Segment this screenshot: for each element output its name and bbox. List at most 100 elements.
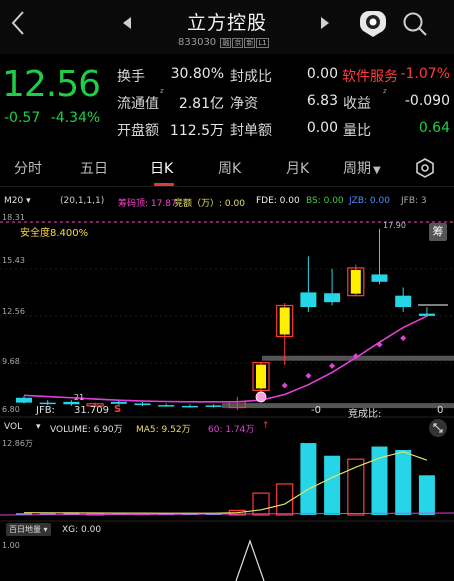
jfb-text: JFB: 3: [401, 196, 427, 206]
tab-weekly-k[interactable]: 周K: [218, 158, 241, 178]
settings-hexagon-icon[interactable]: [414, 157, 436, 183]
y-tick-1831: 18.31: [2, 213, 25, 222]
xg-select-label: 百日地量: [9, 525, 41, 534]
stock-code: 833030: [178, 37, 217, 48]
tag-l1: L1: [256, 38, 269, 48]
tag-xin: 新: [244, 38, 256, 48]
signal-diamond: [329, 362, 336, 369]
change-value: -0.57: [4, 110, 41, 126]
vol-label[interactable]: VOL: [4, 422, 22, 432]
volume-bar: [324, 455, 341, 515]
candle-body: [371, 274, 388, 282]
seal-amount-label: 封单额: [230, 123, 272, 139]
expand-icon[interactable]: [428, 418, 448, 442]
price-change: -0.57 -4.34%: [4, 110, 100, 126]
sector-label[interactable]: 软件服务: [342, 66, 398, 86]
active-tab-indicator: [154, 183, 174, 186]
vol-ma60-value: 60: 1.74万: [208, 425, 255, 435]
turnover-label: 换手: [117, 69, 145, 85]
y-tick-680: 6.80: [2, 405, 20, 414]
tab-monthly-k[interactable]: 月K: [286, 158, 309, 178]
bid-amount-text: 竞额（万）: 0.00: [174, 199, 245, 209]
tab-period[interactable]: 周期 ▼: [343, 158, 381, 178]
signal-diamond: [305, 372, 312, 379]
eps-mark: z: [383, 87, 387, 95]
candle-body: [63, 401, 80, 405]
jfb-label: JFB:: [36, 405, 55, 416]
volume-bar: [395, 449, 412, 515]
volume-bars: [16, 443, 435, 516]
indicator-bid-amount: 竞额（万）: 0.00: [174, 196, 245, 209]
period-tabs: 分时 五日 日K 周K 月K 周期 ▼: [0, 150, 454, 187]
volume-bar: [300, 443, 317, 515]
top-bar: 立方控股 833030 融京新 L1: [0, 0, 454, 54]
volume-bar: [418, 475, 435, 515]
sell-mark: S: [114, 404, 122, 415]
net-asset-label: 净资: [230, 96, 258, 112]
candle-body: [134, 403, 151, 406]
volume-value: VOLUME: 6.90万: [50, 425, 123, 435]
signal-marker: [255, 391, 267, 403]
ma-select[interactable]: M20 ▾: [4, 196, 31, 206]
ma-caret-icon: ▾: [26, 196, 31, 206]
jzb-text: JZB: 0.00: [349, 196, 390, 206]
chip-top-text: 筹码顶: 17.87: [118, 199, 177, 209]
xg-caret-icon: ▾: [43, 525, 48, 534]
signal-diamond: [400, 335, 407, 342]
indicator-bs: BS: 0.00: [306, 196, 344, 206]
xg-value: XG: 0.00: [62, 525, 102, 535]
volume-bar: [276, 483, 294, 516]
mascot-icon[interactable]: [358, 8, 388, 42]
xg-tick: 1.00: [2, 541, 20, 550]
y-tick-1256: 12.56: [2, 307, 25, 316]
safety-level: 安全度8.400%: [20, 228, 89, 239]
turnover-value: 30.80%: [170, 66, 224, 82]
jfb-value: 31.709: [74, 405, 109, 416]
tab-five-day[interactable]: 五日: [80, 158, 108, 178]
candle-body: [418, 313, 435, 316]
seal-ratio-label: 封成比: [230, 69, 272, 85]
support-band: [222, 403, 454, 409]
vol-top-tick: 12.86万: [2, 439, 33, 448]
float-cap-value: 2.81亿: [178, 96, 224, 112]
ma-select-label: M20: [4, 196, 24, 206]
candle-body: [158, 405, 175, 407]
xg-select[interactable]: 百日地量 ▾: [6, 523, 51, 536]
chip-badge-button[interactable]: 筹: [429, 223, 447, 241]
stock-code-row: 833030 融京新 L1: [178, 37, 269, 48]
indicator-fde: FDE: 0.00: [256, 196, 300, 206]
low-mark: 21: [74, 393, 85, 402]
xg-spike: [235, 539, 265, 581]
candle-highlight: [279, 307, 290, 335]
next-stock-icon[interactable]: [320, 15, 330, 34]
jingcheng-value: 0: [437, 405, 444, 416]
tab-daily-k[interactable]: 日K: [150, 158, 173, 178]
indicator-params: (20,1,1,1): [60, 196, 105, 206]
high-price-mark: 17.90: [383, 221, 406, 230]
change-percent: -4.34%: [50, 110, 101, 126]
tab-period-label: 周期: [343, 161, 371, 177]
fde-text: FDE: 0.00: [256, 196, 300, 206]
indicator-chip-top: 筹码顶: 17.87: [118, 196, 177, 209]
signal-dots: [255, 335, 407, 403]
seal-ratio-value: 0.00: [306, 66, 338, 82]
indicator-jfb: JFB: 3: [401, 196, 427, 206]
float-cap-mark: z: [160, 87, 164, 95]
candles-group: [16, 228, 435, 410]
signal-diamond: [281, 382, 288, 389]
vol-ratio-value: 0.64: [418, 120, 450, 136]
float-cap-label: 流通值: [117, 96, 159, 112]
caret-down-icon: ▼: [373, 165, 381, 176]
open-amount-label: 开盘额: [117, 123, 159, 139]
vol-ratio-label: 量比: [343, 123, 371, 139]
tag-jing: 京: [232, 38, 244, 48]
candle-body: [39, 402, 56, 405]
bs-text: BS: 0.00: [306, 196, 344, 206]
tab-intraday[interactable]: 分时: [14, 158, 42, 178]
y-tick-1543: 15.43: [2, 256, 25, 265]
eps-value: -0.090: [404, 93, 450, 109]
signal-diamond: [376, 341, 383, 348]
candle-body: [181, 405, 198, 408]
search-icon[interactable]: [402, 11, 428, 41]
net-asset-value: 6.83: [306, 93, 338, 109]
